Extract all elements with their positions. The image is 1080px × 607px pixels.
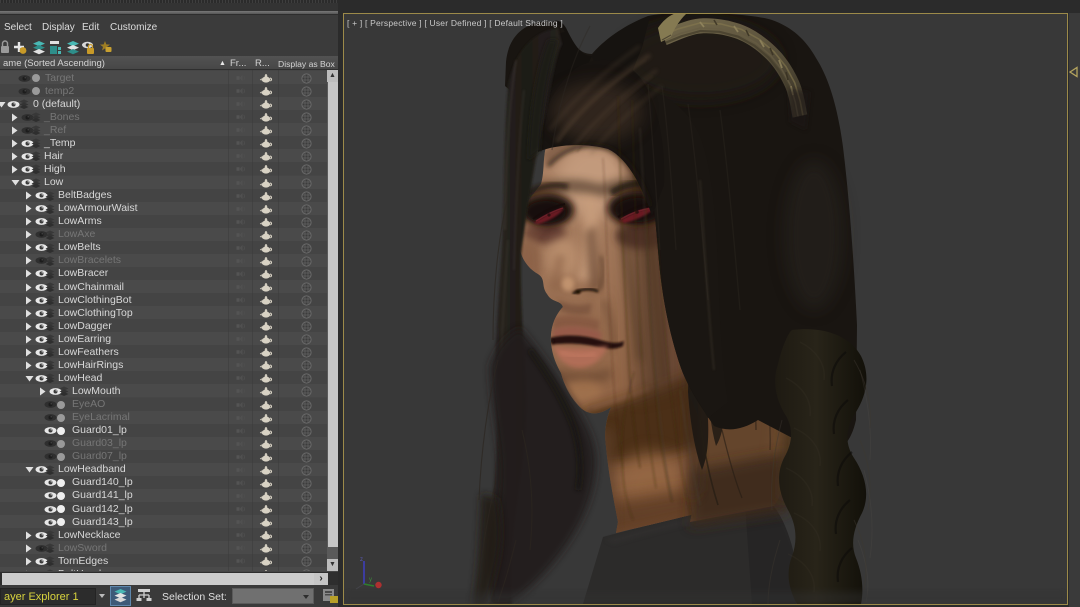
- svg-text:y: y: [369, 577, 372, 583]
- svg-text:z: z: [360, 557, 363, 563]
